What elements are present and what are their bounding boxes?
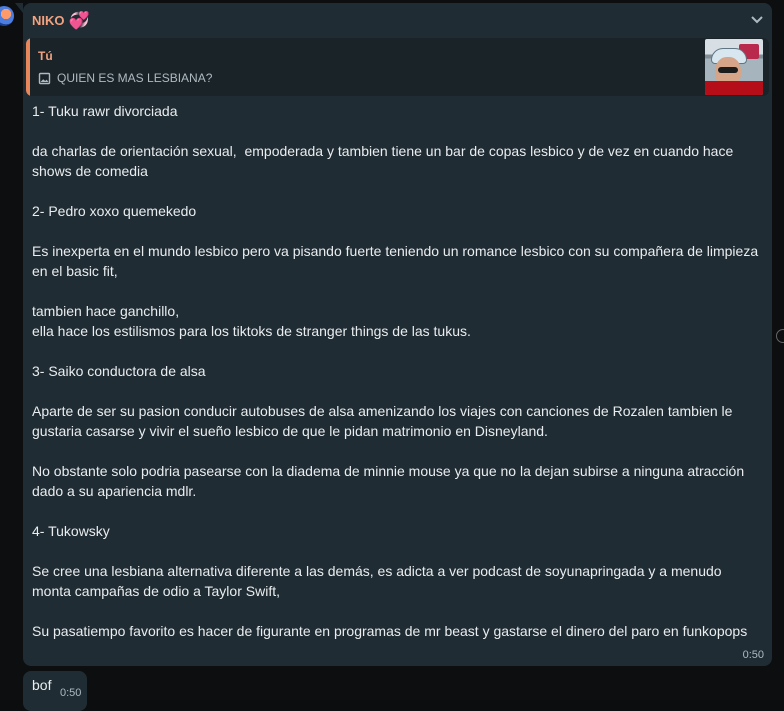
thumbnail-shirt: [705, 81, 763, 95]
quote-text: QUIEN ES MAS LESBIANA?: [57, 71, 213, 85]
message-time: 0:50: [742, 649, 764, 661]
quote-image-thumbnail[interactable]: [705, 39, 763, 95]
chevron-down-icon[interactable]: [750, 13, 764, 27]
quote-accent-bar: [26, 38, 30, 96]
sender-name-text: NIKO: [32, 13, 65, 28]
heart-emoji: 💞: [68, 11, 90, 30]
quote-content: QUIEN ES MAS LESBIANA?: [38, 71, 212, 85]
quote-author: Tú: [38, 49, 53, 63]
scroll-indicator[interactable]: [776, 329, 784, 343]
quoted-message[interactable]: Tú QUIEN ES MAS LESBIANA?: [26, 38, 769, 96]
sender-name[interactable]: NIKO 💞: [32, 12, 90, 29]
thumbnail-sunglasses: [718, 67, 738, 73]
message-bubble-next[interactable]: bof 0:50: [23, 671, 87, 711]
next-message-text: bof: [32, 677, 52, 693]
image-icon: [38, 72, 51, 84]
message-bubble[interactable]: NIKO 💞 Tú QUIEN ES MAS LESBIANA? 1- Tuku…: [15, 3, 772, 666]
message-text: 1- Tuku rawr divorciada da charlas de or…: [32, 103, 759, 639]
next-message-time: 0:50: [60, 687, 82, 699]
